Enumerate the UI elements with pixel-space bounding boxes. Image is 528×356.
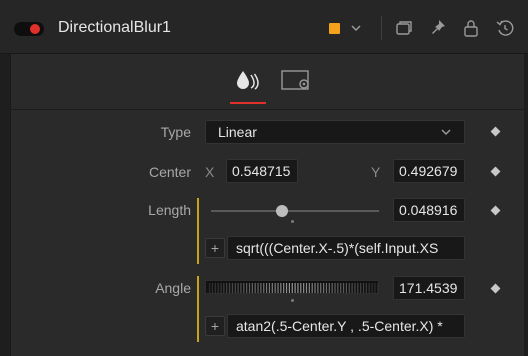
version-icon[interactable] — [393, 17, 415, 39]
thumbwheel-ticks — [209, 283, 378, 293]
tool-enable-toggle[interactable] — [14, 22, 44, 36]
length-label: Length — [148, 202, 191, 218]
center-x-field[interactable]: 0.548715 — [226, 159, 298, 183]
center-label: Center — [148, 164, 191, 180]
type-label: Type — [160, 124, 191, 140]
header-separator — [381, 16, 382, 40]
length-expression-bracket — [197, 198, 199, 264]
type-value: Linear — [218, 124, 257, 140]
angle-default-marker — [291, 299, 294, 302]
lock-icon[interactable] — [460, 17, 482, 39]
length-expression-add-button[interactable]: + — [205, 238, 225, 258]
angle-value-field[interactable]: 171.4539 — [393, 276, 465, 300]
reset-icon[interactable] — [494, 17, 516, 39]
length-slider-thumb[interactable] — [275, 205, 288, 217]
angle-expression-add-button[interactable]: + — [205, 316, 225, 336]
type-keyframe-diamond[interactable] — [490, 126, 501, 137]
inspector-panel: Type Linear Center X 0.548715 Y 0.492679… — [10, 54, 525, 356]
chevron-down-icon — [441, 129, 451, 136]
active-tab-indicator — [230, 102, 266, 104]
blur-drops-icon — [237, 71, 259, 90]
angle-thumbwheel[interactable] — [205, 280, 379, 294]
tab-settings[interactable] — [277, 65, 317, 95]
center-x-label: X — [205, 164, 215, 180]
inspector-tabs — [11, 54, 525, 110]
center-y-field[interactable]: 0.492679 — [393, 159, 465, 183]
length-slider-track[interactable] — [211, 210, 379, 212]
toggle-indicator — [30, 24, 40, 34]
tab-controls[interactable] — [228, 65, 268, 95]
center-y-label: Y — [371, 164, 381, 180]
settings-tab-icon — [281, 70, 309, 90]
type-dropdown[interactable]: Linear — [205, 120, 465, 144]
pin-icon[interactable] — [427, 17, 449, 39]
length-value-field[interactable]: 0.048916 — [393, 198, 465, 222]
angle-expression-field[interactable]: atan2(.5-Center.Y , .5-Center.X) * — [227, 314, 465, 338]
angle-label: Angle — [155, 280, 191, 296]
length-keyframe-diamond[interactable] — [490, 205, 501, 216]
tool-title: DirectionalBlur1 — [58, 19, 171, 36]
angle-expression-bracket — [197, 276, 199, 342]
color-dropdown-chevron-icon[interactable] — [345, 17, 367, 39]
length-expression-field[interactable]: sqrt(((Center.X-.5)*(self.Input.XS — [227, 236, 465, 260]
angle-keyframe-diamond[interactable] — [490, 283, 501, 294]
tool-color-swatch[interactable] — [329, 23, 340, 34]
center-keyframe-diamond[interactable] — [490, 166, 501, 177]
length-default-marker — [291, 220, 294, 223]
tool-header: DirectionalBlur1 — [0, 0, 528, 54]
